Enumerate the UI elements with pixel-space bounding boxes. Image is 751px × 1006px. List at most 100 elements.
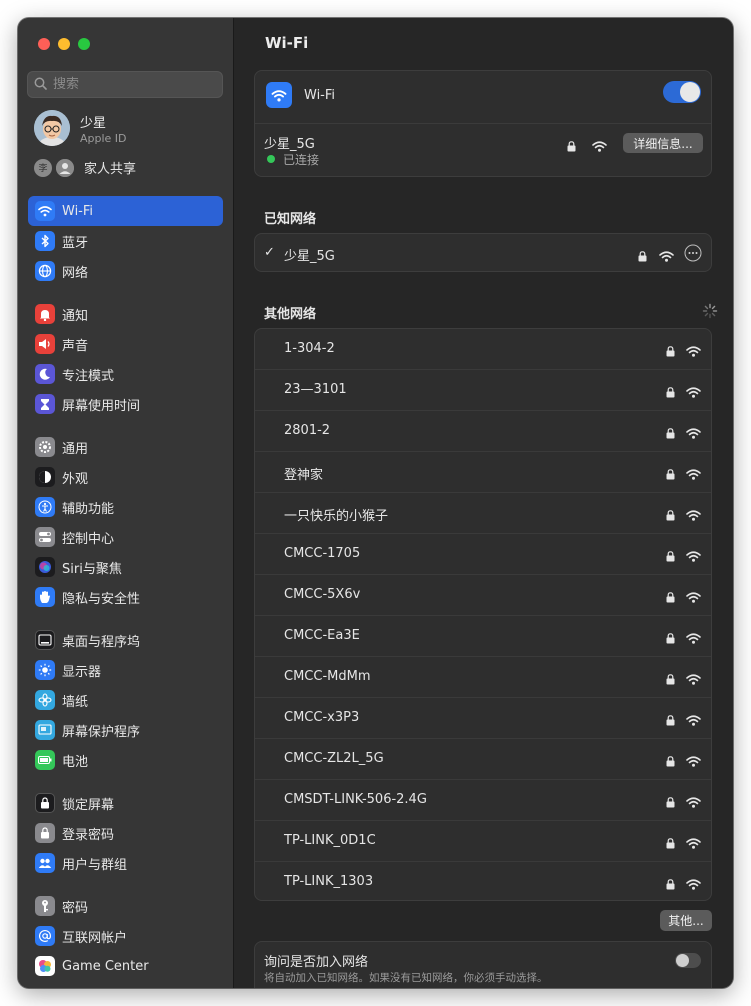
network-row[interactable]: CMCC-MdMm — [255, 657, 711, 698]
network-row[interactable]: CMCC-x3P3 — [255, 698, 711, 739]
sun-icon — [35, 660, 55, 680]
sidebar-item-control-center[interactable]: 控制中心 — [28, 522, 223, 552]
sidebar-item-displays[interactable]: 显示器 — [28, 655, 223, 685]
hourglass-icon — [35, 394, 55, 414]
network-name: 23—3101 — [284, 382, 347, 397]
wifi-signal-icon — [686, 506, 701, 525]
network-name: 一只快乐的小猴子 — [284, 509, 389, 524]
known-networks-title: 已知网络 — [264, 212, 317, 227]
sidebar-item-appearance[interactable]: 外观 — [28, 462, 223, 492]
ask-to-join-panel: 询问是否加入网络 将自动加入已知网络。如果没有已知网络，你必须手动选择。 — [254, 941, 712, 988]
network-row[interactable]: CMCC-1705 — [255, 534, 711, 575]
network-row[interactable]: CMSDT-LINK-506-2.4G — [255, 780, 711, 821]
sidebar-item-wifi[interactable]: Wi-Fi — [28, 196, 223, 226]
network-name: 登神家 — [284, 468, 324, 483]
battery-icon — [35, 750, 55, 770]
wifi-toggle-label: Wi-Fi — [304, 88, 336, 103]
known-networks-panel: ✓ 少星_5G — [254, 233, 712, 272]
sidebar-item-siri[interactable]: Siri与聚焦 — [28, 552, 223, 582]
sidebar-item-internet-accounts[interactable]: 互联网帐户 — [28, 921, 223, 951]
family-member-avatar: 李 — [34, 158, 52, 177]
lock-icon — [666, 670, 675, 689]
siri-icon — [35, 557, 55, 577]
sidebar-item-login-password[interactable]: 登录密码 — [28, 818, 223, 848]
sidebar-item-passwords[interactable]: 密码 — [28, 891, 223, 921]
wifi-signal-icon — [659, 247, 674, 266]
sidebar-item-wallpaper[interactable]: 墙纸 — [28, 685, 223, 715]
sidebar-item-desktop-dock[interactable]: 桌面与程序坞 — [28, 625, 223, 655]
zoom-window-button[interactable] — [78, 38, 90, 50]
control-center-icon — [35, 527, 55, 547]
lock-icon — [666, 383, 675, 402]
screensaver-icon — [35, 720, 55, 740]
sidebar-item-privacy[interactable]: 隐私与安全性 — [28, 582, 223, 612]
more-options-icon[interactable] — [684, 244, 702, 266]
sidebar-item-focus[interactable]: 专注模式 — [28, 359, 223, 389]
network-row[interactable]: CMCC-5X6v — [255, 575, 711, 616]
wifi-toggle[interactable] — [663, 81, 701, 103]
lock-icon — [666, 834, 675, 853]
sidebar-item-label: 专注模式 — [62, 368, 115, 384]
lock-icon — [638, 247, 647, 266]
sidebar-item-network[interactable]: 网络 — [28, 256, 223, 286]
network-row[interactable]: CMCC-Ea3E — [255, 616, 711, 657]
lock-icon — [666, 465, 675, 484]
settings-window: 少星 Apple ID 李 家人共享 Wi-Fi 蓝牙 — [18, 18, 733, 988]
search-input[interactable] — [51, 76, 215, 93]
globe-icon — [35, 261, 55, 281]
sidebar-item-game-center[interactable]: Game Center — [28, 951, 223, 981]
sidebar-item-label: 隐私与安全性 — [62, 591, 141, 607]
network-row[interactable]: 登神家 — [255, 452, 711, 493]
sidebar-item-users-groups[interactable]: 用户与群组 — [28, 848, 223, 878]
sidebar-item-label: 电池 — [62, 754, 89, 770]
wifi-icon — [266, 82, 292, 108]
wifi-signal-icon — [686, 588, 701, 607]
apple-id-profile[interactable]: 少星 Apple ID — [34, 110, 127, 146]
sidebar-item-label: 通用 — [62, 441, 89, 457]
network-row[interactable]: 2801-2 — [255, 411, 711, 452]
minimize-window-button[interactable] — [58, 38, 70, 50]
wifi-signal-icon — [686, 424, 701, 443]
sidebar-item-screensaver[interactable]: 屏幕保护程序 — [28, 715, 223, 745]
sidebar-item-screen-time[interactable]: 屏幕使用时间 — [28, 389, 223, 419]
network-row[interactable]: 1-304-2 — [255, 329, 711, 370]
search-box[interactable] — [27, 71, 223, 98]
network-name: CMSDT-LINK-506-2.4G — [284, 792, 427, 807]
network-row[interactable]: TP-LINK_1303 — [255, 862, 711, 900]
sidebar-item-bluetooth[interactable]: 蓝牙 — [28, 226, 223, 256]
wifi-signal-icon — [686, 629, 701, 648]
network-name: 2801-2 — [284, 423, 331, 438]
close-window-button[interactable] — [38, 38, 50, 50]
ask-to-join-toggle[interactable] — [675, 953, 701, 968]
sidebar-item-label: 辅助功能 — [62, 501, 115, 517]
lock-icon — [666, 793, 675, 812]
network-row[interactable]: 23—3101 — [255, 370, 711, 411]
network-row[interactable]: 一只快乐的小猴子 — [255, 493, 711, 534]
sidebar-item-label: 用户与群组 — [62, 857, 128, 873]
connected-status-dot — [267, 155, 275, 163]
at-icon — [35, 926, 55, 946]
window-controls — [38, 38, 90, 50]
lock-icon — [666, 547, 675, 566]
known-network-name[interactable]: 少星_5G — [284, 245, 335, 264]
lock-icon — [666, 424, 675, 443]
ask-to-join-description: 将自动加入已知网络。如果没有已知网络，你必须手动选择。 — [264, 972, 548, 984]
sidebar-item-general[interactable]: 通用 — [28, 432, 223, 462]
other-networks-title: 其他网络 — [264, 307, 317, 322]
sidebar-item-label: 桌面与程序坞 — [62, 634, 141, 650]
network-row[interactable]: TP-LINK_0D1C — [255, 821, 711, 862]
lock-icon — [666, 629, 675, 648]
speaker-icon — [35, 334, 55, 354]
sidebar-item-sound[interactable]: 声音 — [28, 329, 223, 359]
sidebar-item-lock-screen[interactable]: 锁定屏幕 — [28, 788, 223, 818]
family-sharing[interactable]: 李 家人共享 — [34, 158, 136, 177]
details-button[interactable]: 详细信息... — [623, 133, 703, 153]
sidebar-item-accessibility[interactable]: 辅助功能 — [28, 492, 223, 522]
wifi-signal-icon — [686, 465, 701, 484]
sidebar-item-notifications[interactable]: 通知 — [28, 299, 223, 329]
network-row[interactable]: CMCC-ZL2L_5G — [255, 739, 711, 780]
sidebar-item-label: 锁定屏幕 — [62, 797, 115, 813]
sidebar-item-battery[interactable]: 电池 — [28, 745, 223, 775]
other-network-button[interactable]: 其他... — [660, 910, 712, 931]
avatar — [34, 110, 70, 146]
